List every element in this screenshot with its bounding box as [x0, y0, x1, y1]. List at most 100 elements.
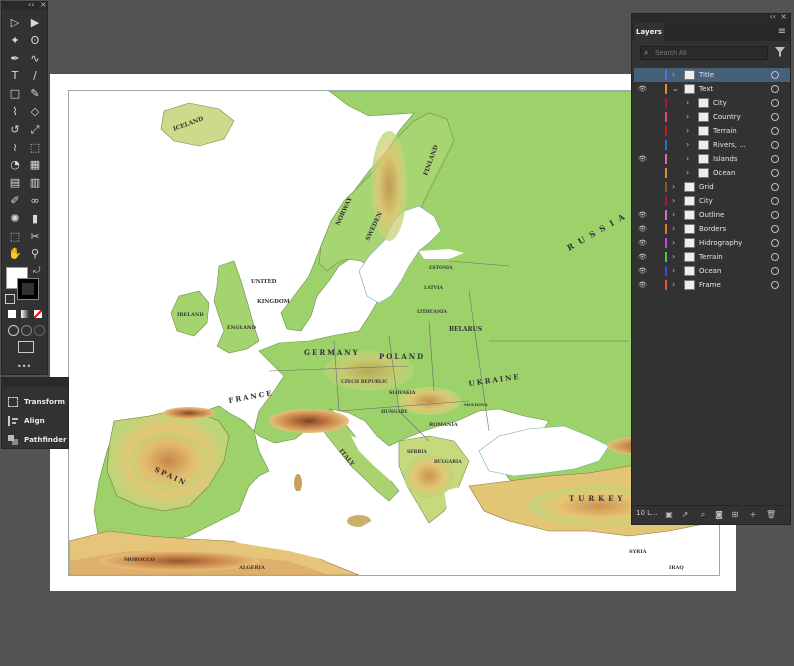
visibility-eye-icon[interactable]: 👁 — [638, 264, 650, 278]
target-circle-icon[interactable] — [771, 85, 779, 93]
perspective-grid-tool[interactable]: ▦ — [26, 158, 44, 172]
chevron-right-icon[interactable]: › — [686, 96, 689, 110]
target-circle-icon[interactable] — [771, 127, 779, 135]
magic-wand-tool[interactable]: ✦ — [6, 34, 24, 48]
artboard-tool[interactable]: ⬚ — [6, 230, 24, 244]
slice-tool[interactable]: ✂ — [26, 230, 44, 244]
target-circle-icon[interactable] — [771, 141, 779, 149]
shape-builder-tool[interactable]: ◔ — [6, 158, 24, 172]
target-circle-icon[interactable] — [771, 99, 779, 107]
chevron-right-icon[interactable]: › — [672, 180, 675, 194]
layer-row[interactable]: 👁 › Outline — [634, 208, 790, 222]
visibility-eye-icon[interactable]: 👁 — [638, 250, 650, 264]
layer-name[interactable]: Ocean — [699, 264, 721, 278]
layer-name[interactable]: City — [713, 96, 727, 110]
close-icon[interactable]: × — [40, 0, 47, 9]
export-icon[interactable]: ↗ — [680, 510, 690, 520]
new-sublayer-icon[interactable]: ⊞ — [730, 510, 740, 520]
layer-row[interactable]: 👁 ⌄ Text — [634, 82, 790, 96]
color-mode-icon[interactable] — [8, 310, 16, 318]
layer-row[interactable]: › City — [634, 194, 790, 208]
align-panel-button[interactable]: Align — [8, 414, 45, 428]
chevron-right-icon[interactable]: › — [672, 264, 675, 278]
tab-layers[interactable]: Layers — [634, 23, 664, 41]
collapse-panel-icon[interactable]: ‹‹ — [770, 12, 776, 21]
scale-tool[interactable]: ⤢ — [26, 123, 44, 137]
swap-fill-stroke-icon[interactable]: ⤾ — [33, 266, 41, 276]
target-circle-icon[interactable] — [771, 267, 779, 275]
filter-icon[interactable] — [774, 46, 786, 58]
close-panel-icon[interactable]: × — [780, 12, 787, 21]
layer-name[interactable]: Hidrography — [699, 236, 742, 250]
target-circle-icon[interactable] — [771, 169, 779, 177]
layer-name[interactable]: Rivers, ... — [713, 138, 746, 152]
layer-name[interactable]: Title — [699, 68, 714, 82]
draw-behind-icon[interactable] — [21, 325, 32, 336]
gradient-mode-icon[interactable] — [21, 310, 29, 318]
collect-export-icon[interactable]: ▣ — [664, 510, 674, 520]
chevron-right-icon[interactable]: › — [686, 152, 689, 166]
chevron-right-icon[interactable]: › — [686, 138, 689, 152]
locate-object-icon[interactable]: ⌕ — [698, 510, 708, 520]
layer-row[interactable]: 👁 › Hidrography — [634, 236, 790, 250]
draw-normal-icon[interactable] — [8, 325, 19, 336]
chevron-right-icon[interactable]: › — [672, 208, 675, 222]
transform-panel-button[interactable]: Transform — [8, 395, 65, 409]
layer-name[interactable]: Outline — [699, 208, 724, 222]
line-segment-tool[interactable]: / — [26, 69, 44, 83]
symbol-sprayer-tool[interactable]: ✺ — [6, 212, 24, 226]
layers-panel-grip[interactable]: ‹‹ × — [632, 12, 790, 23]
chevron-right-icon[interactable]: › — [672, 68, 675, 82]
europe-physical-map[interactable]: ICELAND UNITED KINGDOM IRELAND ENGLAND N… — [68, 90, 720, 576]
chevron-down-icon[interactable]: ⌄ — [672, 82, 679, 96]
layer-name[interactable]: Text — [699, 82, 713, 96]
tools-panel-grip[interactable]: ‹‹ × — [2, 0, 47, 10]
chevron-right-icon[interactable]: › — [672, 222, 675, 236]
target-circle-icon[interactable] — [771, 71, 779, 79]
visibility-eye-icon[interactable]: 👁 — [638, 82, 650, 96]
delete-layer-icon[interactable]: 🗑 — [766, 510, 776, 520]
paintbrush-tool[interactable]: ✎ — [26, 87, 44, 101]
layer-row[interactable]: 👁 › Islands — [634, 152, 790, 166]
target-circle-icon[interactable] — [771, 113, 779, 121]
draw-inside-icon[interactable] — [34, 325, 45, 336]
layer-name[interactable]: Ocean — [713, 166, 735, 180]
layer-name[interactable]: Country — [713, 110, 741, 124]
curvature-tool[interactable]: ∿ — [26, 52, 44, 66]
none-mode-icon[interactable] — [34, 310, 42, 318]
target-circle-icon[interactable] — [771, 281, 779, 289]
pen-tool[interactable]: ✒ — [6, 52, 24, 66]
target-circle-icon[interactable] — [771, 211, 779, 219]
zoom-tool[interactable]: ⚲ — [26, 247, 44, 261]
layer-name[interactable]: Islands — [713, 152, 737, 166]
layer-name[interactable]: Grid — [699, 180, 714, 194]
layer-name[interactable]: Borders — [699, 222, 726, 236]
stroke-swatch[interactable] — [17, 278, 39, 300]
mini-panel-header[interactable] — [2, 378, 68, 387]
chevron-right-icon[interactable]: › — [686, 124, 689, 138]
layer-row[interactable]: › City — [634, 96, 790, 110]
layer-name[interactable]: City — [699, 194, 713, 208]
blend-tool[interactable]: ∞ — [26, 194, 44, 208]
chevron-right-icon[interactable]: › — [686, 110, 689, 124]
gradient-tool[interactable]: ▥ — [26, 176, 44, 190]
warp-tool[interactable]: ≀ — [6, 141, 24, 155]
target-circle-icon[interactable] — [771, 239, 779, 247]
lasso-tool[interactable]: ʘ — [26, 34, 44, 48]
eyedropper-tool[interactable]: ✐ — [6, 194, 24, 208]
visibility-eye-icon[interactable]: 👁 — [638, 222, 650, 236]
edit-toolbar-icon[interactable]: ••• — [17, 362, 31, 371]
chevron-right-icon[interactable]: › — [686, 166, 689, 180]
target-circle-icon[interactable] — [771, 197, 779, 205]
layer-row[interactable]: 👁 › Ocean — [634, 264, 790, 278]
chevron-right-icon[interactable]: › — [672, 236, 675, 250]
visibility-eye-icon[interactable]: 👁 — [638, 208, 650, 222]
target-circle-icon[interactable] — [771, 155, 779, 163]
layer-name[interactable]: Terrain — [699, 250, 723, 264]
mesh-tool[interactable]: ▤ — [6, 176, 24, 190]
default-colors-icon[interactable] — [5, 294, 15, 304]
layer-row[interactable]: › Title — [634, 68, 790, 82]
pathfinder-panel-button[interactable]: Pathfinder — [8, 433, 67, 447]
target-circle-icon[interactable] — [771, 225, 779, 233]
column-graph-tool[interactable]: ▮ — [26, 212, 44, 226]
